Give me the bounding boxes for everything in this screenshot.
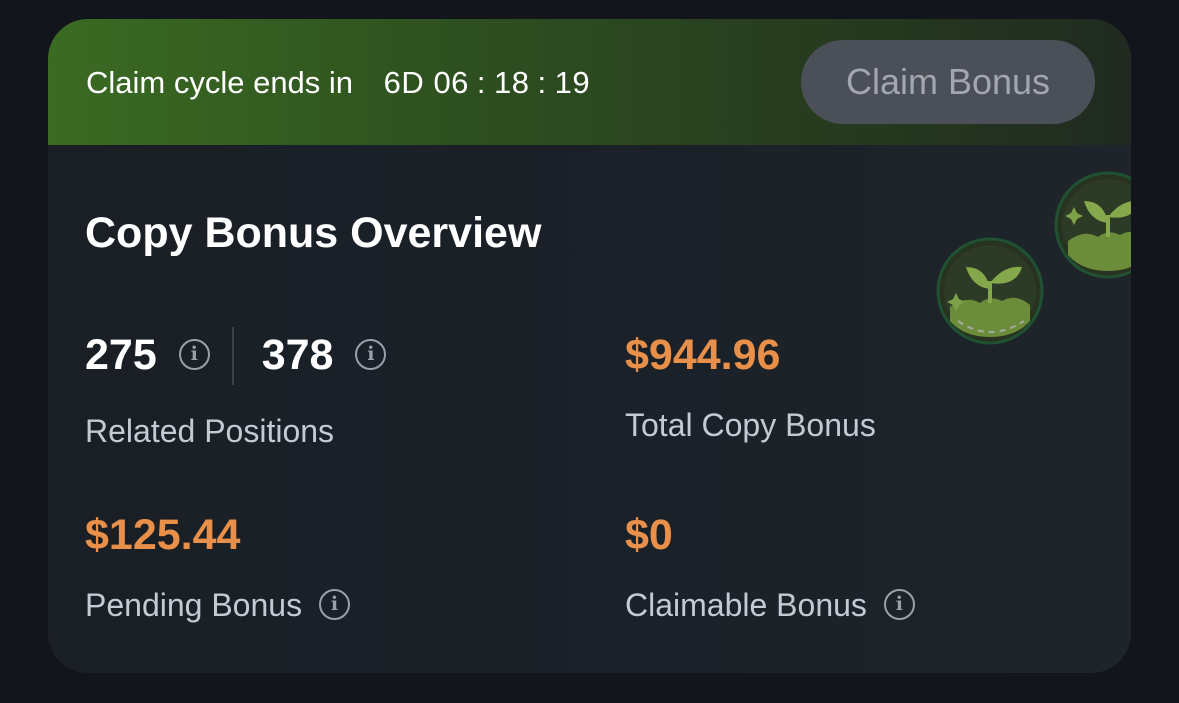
timer-hours: 06 xyxy=(433,65,469,100)
countdown-timer: 6D 06:18:19 xyxy=(384,65,590,100)
timer-minutes: 18 xyxy=(494,65,530,100)
total-copy-bonus-stat: $944.96 Total Copy Bonus xyxy=(625,327,876,447)
info-icon[interactable]: i xyxy=(355,339,387,371)
claim-cycle-countdown: Claim cycle ends in 6D 06:18:19 xyxy=(86,61,590,105)
claimable-bonus-label: Claimable Bonus xyxy=(625,587,867,623)
cycle-label: Claim cycle ends in xyxy=(86,65,354,100)
sprout-badge-icon xyxy=(936,237,1044,345)
positions-second-count: 378 xyxy=(261,331,334,379)
claim-cycle-banner: Claim cycle ends in 6D 06:18:19 Claim Bo… xyxy=(48,19,1131,145)
pending-bonus-stat: $125.44 Pending Bonus i xyxy=(85,507,350,627)
timer-days: 6D xyxy=(383,65,425,100)
timer-separator: : xyxy=(537,65,547,100)
info-icon[interactable]: i xyxy=(178,339,210,371)
sprout-badge-icon xyxy=(1054,171,1131,279)
pending-bonus-value: $125.44 xyxy=(85,511,241,559)
timer-seconds: 19 xyxy=(554,65,591,100)
claim-bonus-button[interactable]: Claim Bonus xyxy=(801,40,1095,124)
copy-bonus-card: Claim cycle ends in 6D 06:18:19 Claim Bo… xyxy=(48,19,1131,673)
claimable-bonus-stat: $0 Claimable Bonus i xyxy=(625,507,915,627)
pending-bonus-label-row: Pending Bonus i xyxy=(85,583,350,627)
claimable-bonus-label-row: Claimable Bonus i xyxy=(625,583,915,627)
related-positions-label: Related Positions xyxy=(85,412,335,449)
related-positions-stat: 275 i 378 i Related Positions xyxy=(85,326,387,453)
pending-bonus-label: Pending Bonus xyxy=(85,587,303,623)
positions-divider xyxy=(231,326,234,385)
info-icon[interactable]: i xyxy=(883,589,915,621)
total-copy-bonus-value: $944.96 xyxy=(625,331,781,379)
info-icon[interactable]: i xyxy=(318,589,350,621)
claimable-bonus-value: $0 xyxy=(625,511,673,559)
timer-separator: : xyxy=(476,65,487,100)
overview-title: Copy Bonus Overview xyxy=(85,209,542,257)
total-copy-bonus-label: Total Copy Bonus xyxy=(625,407,876,443)
positions-first-count: 275 xyxy=(85,331,157,379)
